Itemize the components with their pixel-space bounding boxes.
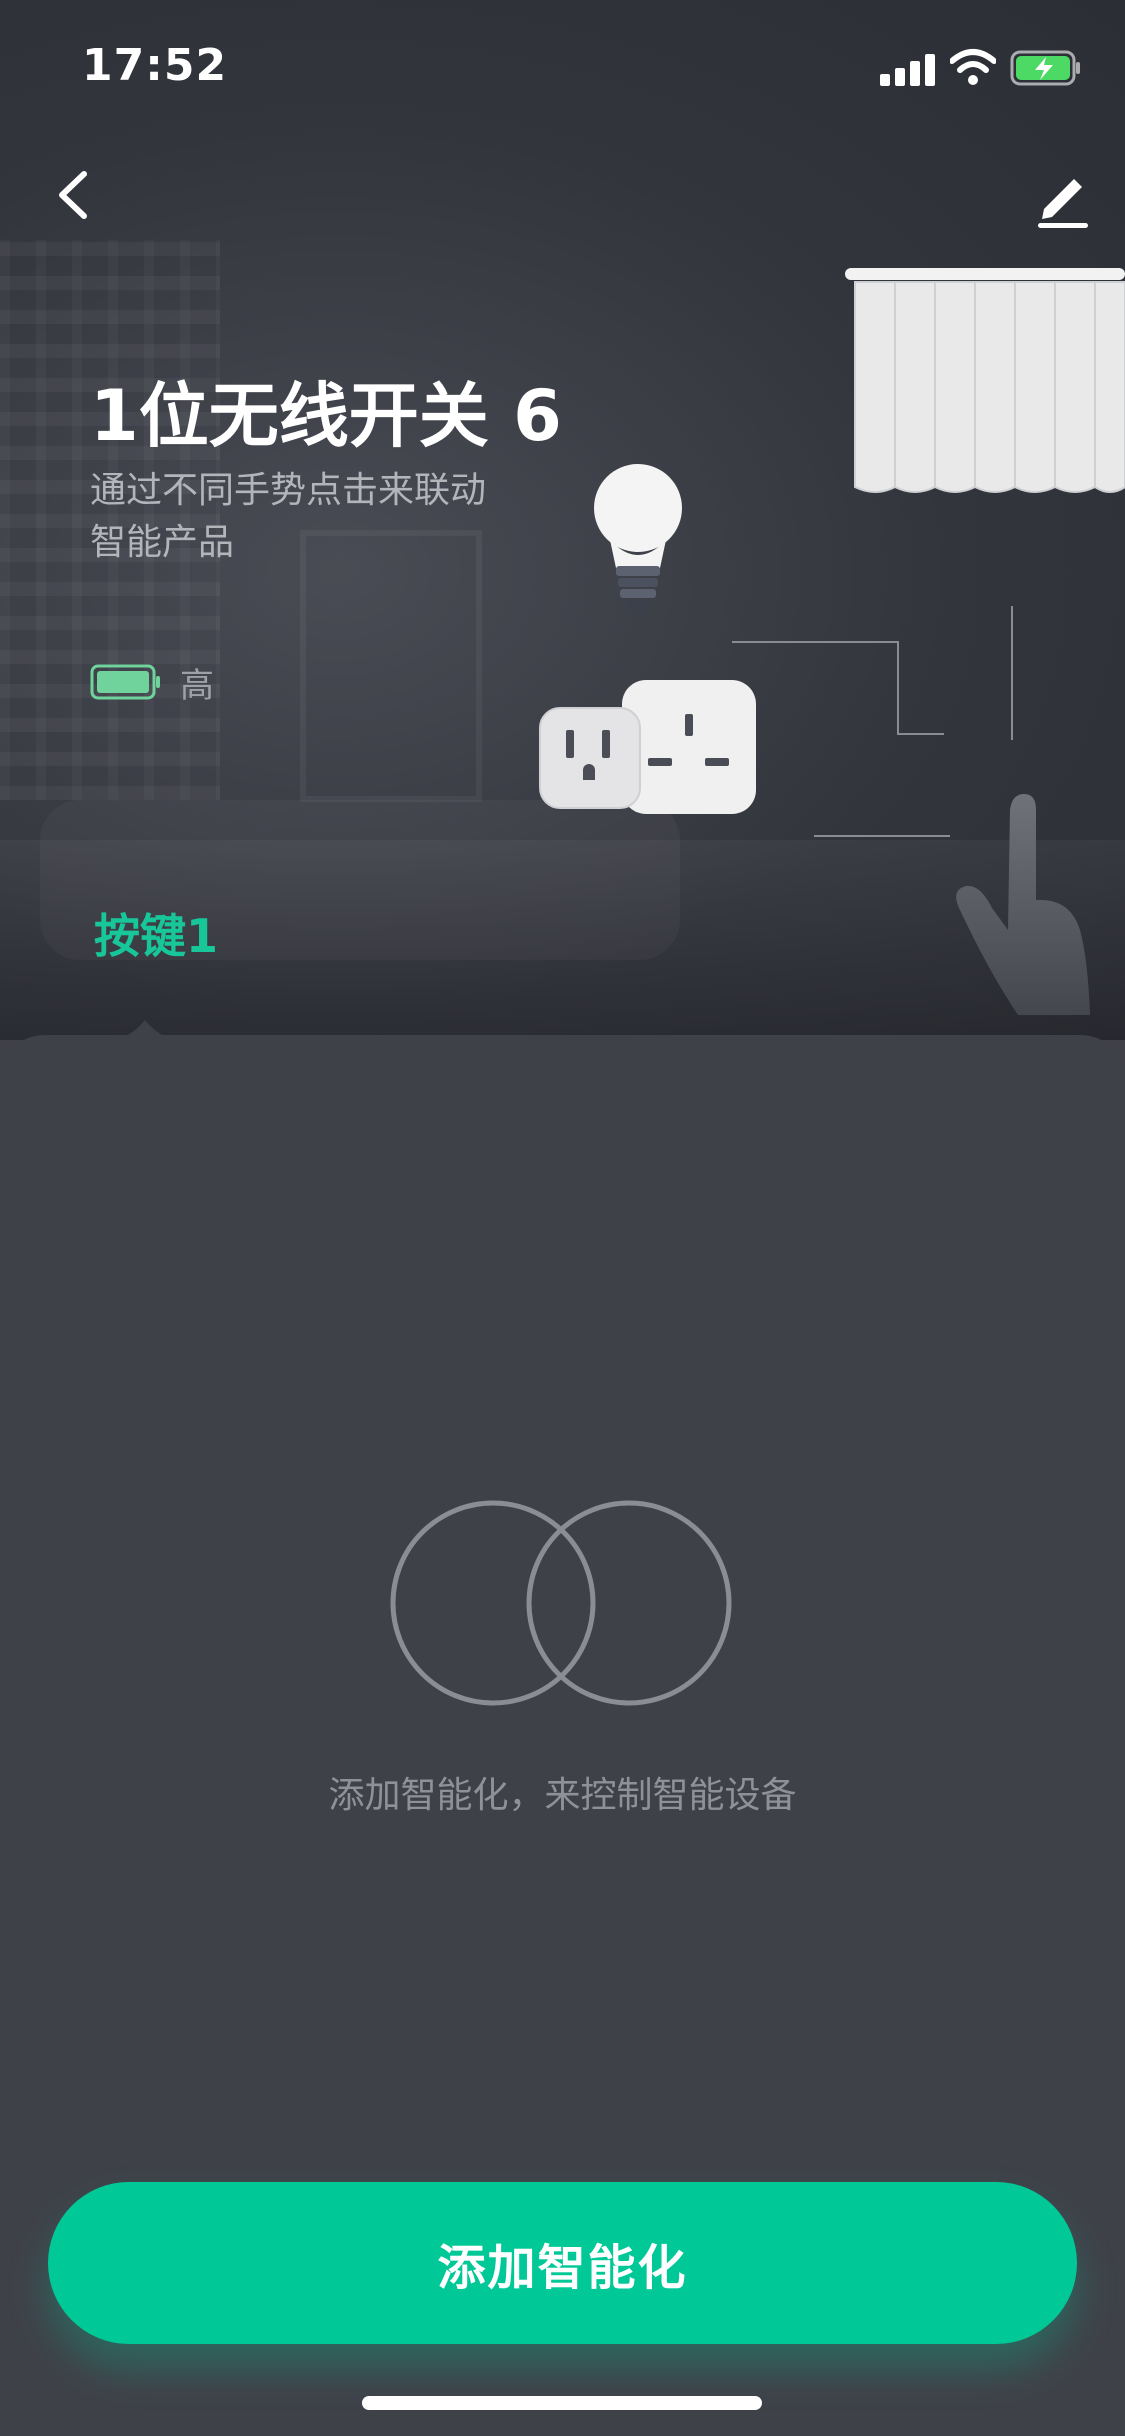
- background-frame-shape: [300, 530, 482, 802]
- empty-state-message: 添加智能化，来控制智能设备: [328, 1775, 797, 1816]
- device-title: 1位无线开关 6: [90, 375, 562, 457]
- home-indicator[interactable]: [362, 2396, 762, 2410]
- light-bulb-illustration: [594, 464, 682, 614]
- back-button[interactable]: [40, 160, 110, 230]
- device-battery-icon: [90, 664, 160, 700]
- edit-button[interactable]: [1030, 165, 1094, 229]
- device-description: 通过不同手势点击来联动智能产品: [90, 470, 487, 563]
- key-tab-1[interactable]: 按键1: [94, 900, 218, 966]
- pencil-icon: [1038, 179, 1088, 228]
- status-time: 17:52: [82, 40, 228, 91]
- battery-charging-icon: [1010, 50, 1080, 86]
- chevron-left-icon: [59, 171, 87, 219]
- hand-gesture-illustration: [956, 794, 1090, 1015]
- curtain-illustration: [845, 268, 1125, 493]
- battery-level-label: 高: [180, 666, 214, 706]
- add-automation-button[interactable]: 添加智能化: [48, 2182, 1077, 2344]
- cellular-signal-icon: [880, 52, 936, 86]
- two-circles-icon: [390, 1500, 732, 1706]
- wifi-icon: [950, 49, 996, 85]
- status-bar: 17:52: [0, 0, 1125, 132]
